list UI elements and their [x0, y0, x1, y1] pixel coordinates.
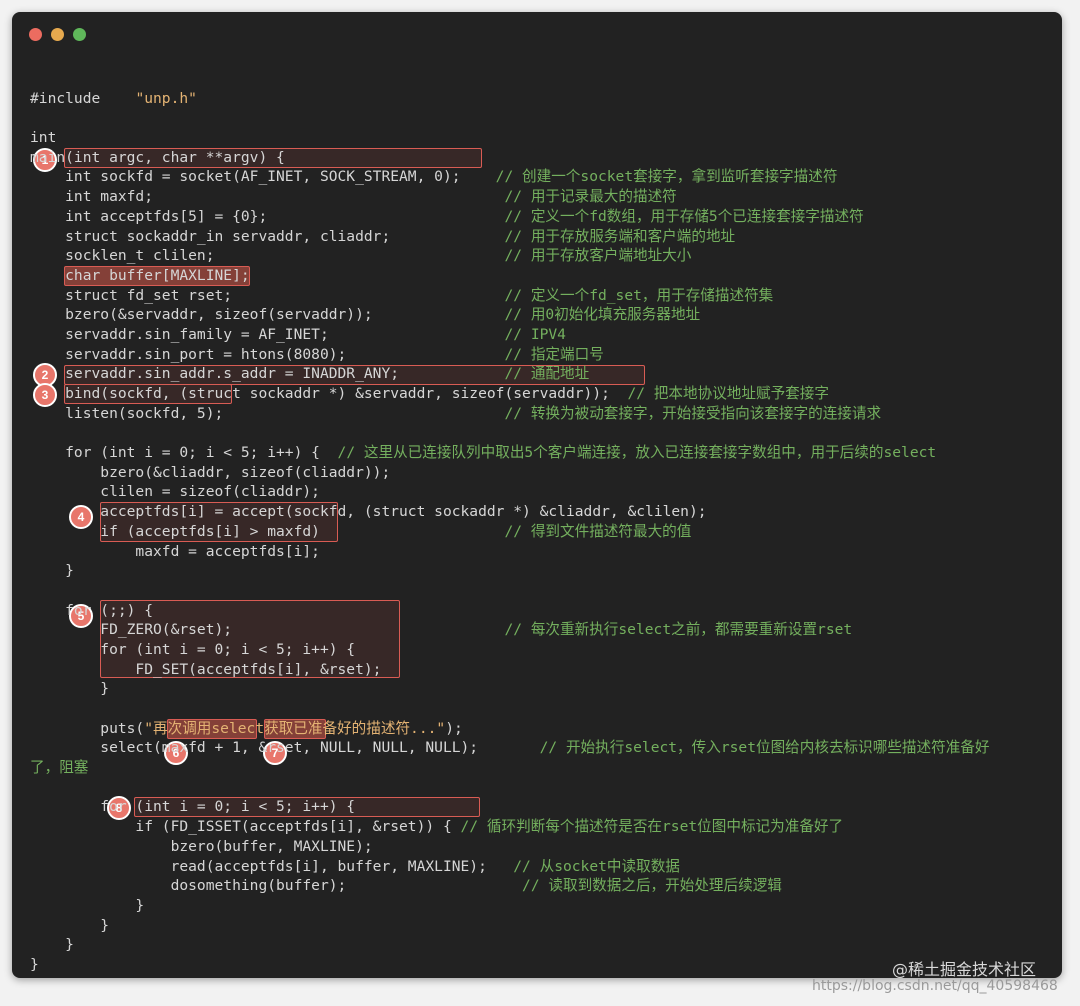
code-line: for (int i = 0; i < 5; i++) { — [30, 640, 356, 658]
window-controls — [29, 28, 86, 41]
code-line: servaddr.sin_port = htons(8080); // 指定端口… — [30, 345, 604, 363]
code-line: listen(sockfd, 5); // 转换为被动套接字，开始接受指向该套接… — [30, 404, 882, 422]
close-dot-icon[interactable] — [29, 28, 42, 41]
code-line: read(acceptfds[i], buffer, MAXLINE); // … — [30, 857, 680, 875]
code-line: int — [30, 129, 57, 147]
code-line: int acceptfds[5] = {0}; // 定义一个fd数组，用于存储… — [30, 207, 864, 225]
minimize-dot-icon[interactable] — [51, 28, 64, 41]
code-line: bzero(&cliaddr, sizeof(cliaddr)); — [30, 463, 391, 481]
code-line: } — [30, 680, 110, 698]
code-line: clilen = sizeof(cliaddr); — [30, 483, 320, 501]
code-line: char buffer[MAXLINE]; — [30, 266, 250, 284]
code-line: for (;;) { — [30, 601, 154, 619]
code-line: struct sockaddr_in servaddr, cliaddr; //… — [30, 227, 736, 245]
code-line: for (int i = 0; i < 5; i++) { // 这里从已连接队… — [30, 444, 937, 462]
code-line: select(maxfd + 1, &rset, NULL, NULL, NUL… — [30, 739, 990, 757]
url-watermark: https://blog.csdn.net/qq_40598468 — [812, 978, 1058, 994]
code-line: main(int argc, char **argv) { — [30, 148, 285, 166]
code-line: maxfd = acceptfds[i]; — [30, 542, 320, 560]
code-line: } — [30, 896, 145, 914]
code-line: for (int i = 0; i < 5; i++) { — [30, 798, 356, 816]
code-window: 1 2 3 4 5 6 7 8 #include "unp.h" int main(… — [12, 12, 1062, 978]
code-line: } — [30, 916, 110, 934]
code-line: if (FD_ISSET(acceptfds[i], &rset)) { // … — [30, 818, 844, 836]
code-line: socklen_t clilen; // 用于存放客户端地址大小 — [30, 247, 692, 265]
site-watermark: @稀土掘金技术社区 — [892, 960, 1037, 979]
code-line: struct fd_set rset; // 定义一个fd_set，用于存储描述… — [30, 286, 774, 304]
code-line: int sockfd = socket(AF_INET, SOCK_STREAM… — [30, 168, 838, 186]
code-line: } — [30, 955, 39, 973]
code-line: bind(sockfd, (struct sockaddr *) &servad… — [30, 385, 829, 402]
code-line: FD_ZERO(&rset); // 每次重新执行select之前，都需要重新设… — [30, 621, 853, 639]
code-line: int maxfd; // 用于记录最大的描述符 — [30, 188, 677, 206]
code-line: servaddr.sin_addr.s_addr = INADDR_ANY; /… — [30, 365, 590, 383]
code-line: servaddr.sin_family = AF_INET; // IPV4 — [30, 325, 566, 343]
code-line: } — [30, 562, 74, 580]
code-line: puts("再次调用select获取已准备好的描述符..."); — [30, 719, 463, 737]
code-line: FD_SET(acceptfds[i], &rset); — [30, 660, 382, 678]
code-line: if (acceptfds[i] > maxfd) // 得到文件描述符最大的值 — [30, 522, 692, 540]
code-line: } — [30, 936, 74, 954]
code-line: 了，阻塞 — [30, 759, 89, 777]
code-line: dosomething(buffer); // 读取到数据之后，开始处理后续逻辑 — [30, 877, 782, 895]
code-line: acceptfds[i] = accept(sockfd, (struct so… — [30, 503, 707, 521]
code-line: #include "unp.h" — [30, 89, 197, 107]
code-block: #include "unp.h" int main(int argc, char *… — [30, 69, 990, 975]
code-line: bzero(buffer, MAXLINE); — [30, 837, 373, 855]
code-line: bzero(&servaddr, sizeof(servaddr)); // 用… — [30, 306, 701, 324]
maximize-dot-icon[interactable] — [73, 28, 86, 41]
